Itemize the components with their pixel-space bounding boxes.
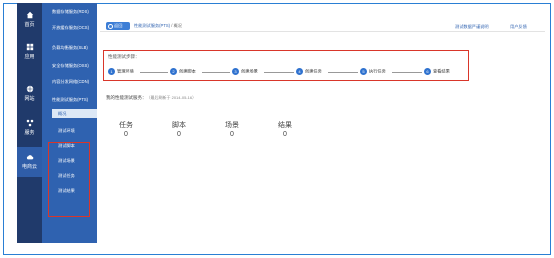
step-number: 4 <box>296 68 303 75</box>
top-bar: 返回 性能测试服务(PTS) / 概况 测试数据严谨说明 用户反馈 <box>100 20 545 32</box>
stat-label: 任务 <box>119 122 133 129</box>
home-icon <box>26 11 33 19</box>
rail-label: 电商云 <box>21 164 37 170</box>
rail-item-websites[interactable]: 网站 <box>17 85 42 102</box>
step-view-result[interactable]: 6 查看结果 <box>424 68 450 76</box>
menu-subitem-env[interactable]: 测试环境 <box>42 128 97 134</box>
step-number: 2 <box>170 68 177 75</box>
rail-item-home[interactable]: 首页 <box>17 11 42 28</box>
stat-value: 0 <box>230 131 234 138</box>
rail-item-services[interactable]: 服务 <box>17 119 42 136</box>
stat-value: 0 <box>177 131 181 138</box>
apps-icon <box>26 43 33 51</box>
rail-label: 首页 <box>24 22 35 28</box>
stat-label: 结果 <box>278 122 292 129</box>
breadcrumb-current[interactable]: 性能测试服务(PTS) <box>134 23 170 28</box>
step-connector <box>328 72 358 73</box>
last-refresh-timestamp: （最后刷新于 2014-05-16） <box>146 95 197 100</box>
steps-panel: 性能测试步骤： 1 管理环境 2 创建脚本 3 创建场景 4 创建任务 5 执行任务 6查… <box>103 50 469 81</box>
stat-value: 0 <box>124 131 128 138</box>
steps-title: 性能测试步骤： <box>108 54 140 59</box>
stat-tasks[interactable]: 任务 0 <box>111 120 141 138</box>
step-number: 1 <box>108 68 115 75</box>
perf-label-text: 我的性能测试服务： <box>106 95 147 100</box>
step-label: 管理环境 <box>117 68 134 74</box>
back-arrow-icon <box>108 23 113 29</box>
step-label: 创建任务 <box>305 68 322 74</box>
step-number: 3 <box>232 68 239 75</box>
rail-label: 网站 <box>24 96 35 102</box>
menu-item-overview[interactable]: 概况 <box>52 109 97 118</box>
step-label: 创建脚本 <box>179 68 196 74</box>
step-create-script[interactable]: 2 创建脚本 <box>170 68 196 76</box>
globe-icon <box>26 85 33 93</box>
highlight-box-submenu <box>48 142 90 217</box>
menu-item-ocs[interactable]: 开放缓存服务(OCS) <box>42 25 97 31</box>
step-number: 5 <box>360 68 367 75</box>
step-connector <box>264 72 294 73</box>
cloud-icon <box>26 155 33 160</box>
breadcrumb: 性能测试服务(PTS) / 概况 <box>134 23 182 29</box>
main-panel: 返回 性能测试服务(PTS) / 概况 测试数据严谨说明 用户反馈 性能测试步骤… <box>100 20 545 248</box>
services-icon <box>26 119 33 127</box>
step-manage-env[interactable]: 1 管理环境 <box>108 68 134 76</box>
stat-value: 0 <box>283 131 287 138</box>
menu-item-slb[interactable]: 负载均衡服务(SLB) <box>42 45 97 51</box>
step-label: 创建场景 <box>241 68 258 74</box>
step-create-scene[interactable]: 3 创建场景 <box>232 68 258 76</box>
my-perf-service-label: 我的性能测试服务：（最后刷新于 2014-05-16） <box>106 95 196 101</box>
stat-label: 场景 <box>225 122 239 129</box>
step-connector <box>392 72 422 73</box>
stat-results[interactable]: 结果 0 <box>270 120 300 138</box>
menu-item-cdn[interactable]: 内容分发网络(CDN) <box>42 79 97 85</box>
step-create-task[interactable]: 4 创建任务 <box>296 68 322 76</box>
rail-label: 应用 <box>24 54 35 60</box>
stat-scenes[interactable]: 场景 0 <box>217 120 247 138</box>
stat-label: 脚本 <box>172 122 186 129</box>
icon-rail: 首页 应用 网站 服务 电商云 <box>17 3 42 243</box>
back-button-label: 返回 <box>114 23 123 28</box>
menu-item-pts[interactable]: 性能测试服务(PTS) <box>42 97 97 103</box>
data-notice-link[interactable]: 测试数据严谨说明 <box>455 24 489 30</box>
step-connector <box>140 72 168 73</box>
step-number: 6 <box>424 68 431 75</box>
step-label: 查看结果 <box>433 68 450 74</box>
step-run-task[interactable]: 5 执行任务 <box>360 68 386 76</box>
back-button[interactable]: 返回 <box>106 22 130 30</box>
breadcrumb-rest: 概况 <box>173 23 182 28</box>
rail-label: 服务 <box>24 130 35 136</box>
stat-scripts[interactable]: 脚本 0 <box>164 120 194 138</box>
step-connector <box>202 72 230 73</box>
rail-item-apps[interactable]: 应用 <box>17 43 42 60</box>
step-label: 执行任务 <box>369 68 386 74</box>
feedback-link[interactable]: 用户反馈 <box>510 24 527 30</box>
rail-item-ecommerce-cloud[interactable]: 电商云 <box>17 147 42 177</box>
menu-item-rds[interactable]: 数据存储服务(RDS) <box>42 9 97 15</box>
menu-item-oss[interactable]: 安全存储服务(OSS) <box>42 63 97 69</box>
